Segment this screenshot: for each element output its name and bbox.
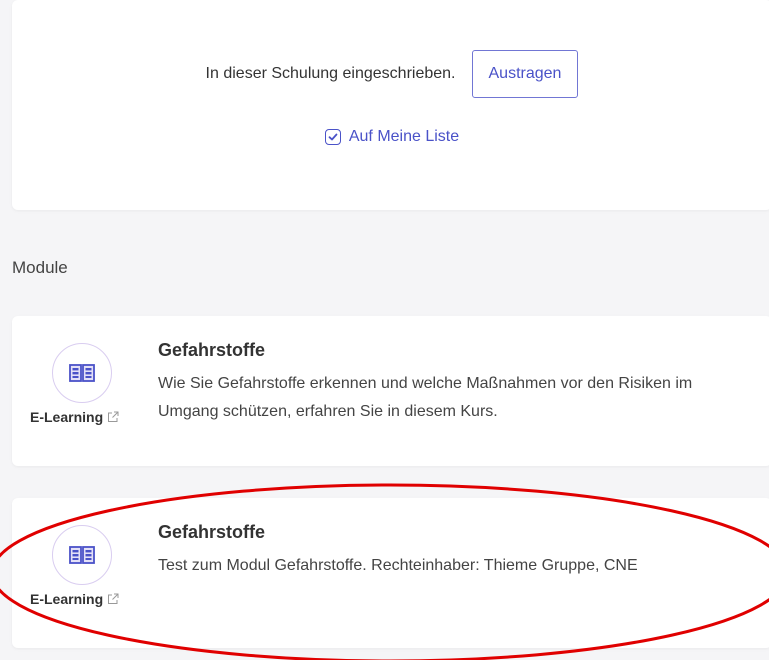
module-type-link[interactable]: E-Learning: [30, 409, 119, 425]
book-icon: [69, 546, 95, 564]
enrollment-row: In dieser Schulung eingeschrieben. Austr…: [12, 50, 769, 98]
module-icon-circle: [52, 343, 112, 403]
module-type-label: E-Learning: [30, 591, 104, 607]
module-card[interactable]: E-Learning Gefahrstoffe Wie Sie Gefahrst…: [12, 316, 769, 466]
module-type-label: E-Learning: [30, 409, 104, 425]
module-type-link[interactable]: E-Learning: [30, 591, 119, 607]
my-list-toggle[interactable]: Auf Meine Liste: [12, 128, 769, 146]
external-link-icon: [108, 593, 119, 604]
my-list-label: Auf Meine Liste: [348, 128, 460, 145]
module-title[interactable]: Gefahrstoffe: [158, 340, 265, 361]
external-link-icon: [108, 411, 119, 422]
enrollment-status-text: In dieser Schulung eingeschrieben.: [205, 65, 456, 82]
module-icon-circle: [52, 525, 112, 585]
module-title[interactable]: Gefahrstoffe: [158, 522, 265, 543]
module-card[interactable]: E-Learning Gefahrstoffe Test zum Modul G…: [12, 498, 769, 648]
module-description: Wie Sie Gefahrstoffe erkennen und welche…: [158, 375, 693, 420]
unenroll-button[interactable]: Austragen: [471, 50, 579, 98]
modules-section-title: Module: [12, 258, 68, 277]
checkbox-checked-icon: [324, 129, 341, 145]
module-description: Test zum Modul Gefahrstoffe. Rechteinhab…: [158, 557, 638, 574]
enrollment-card: In dieser Schulung eingeschrieben. Austr…: [12, 0, 769, 210]
book-icon: [69, 364, 95, 382]
